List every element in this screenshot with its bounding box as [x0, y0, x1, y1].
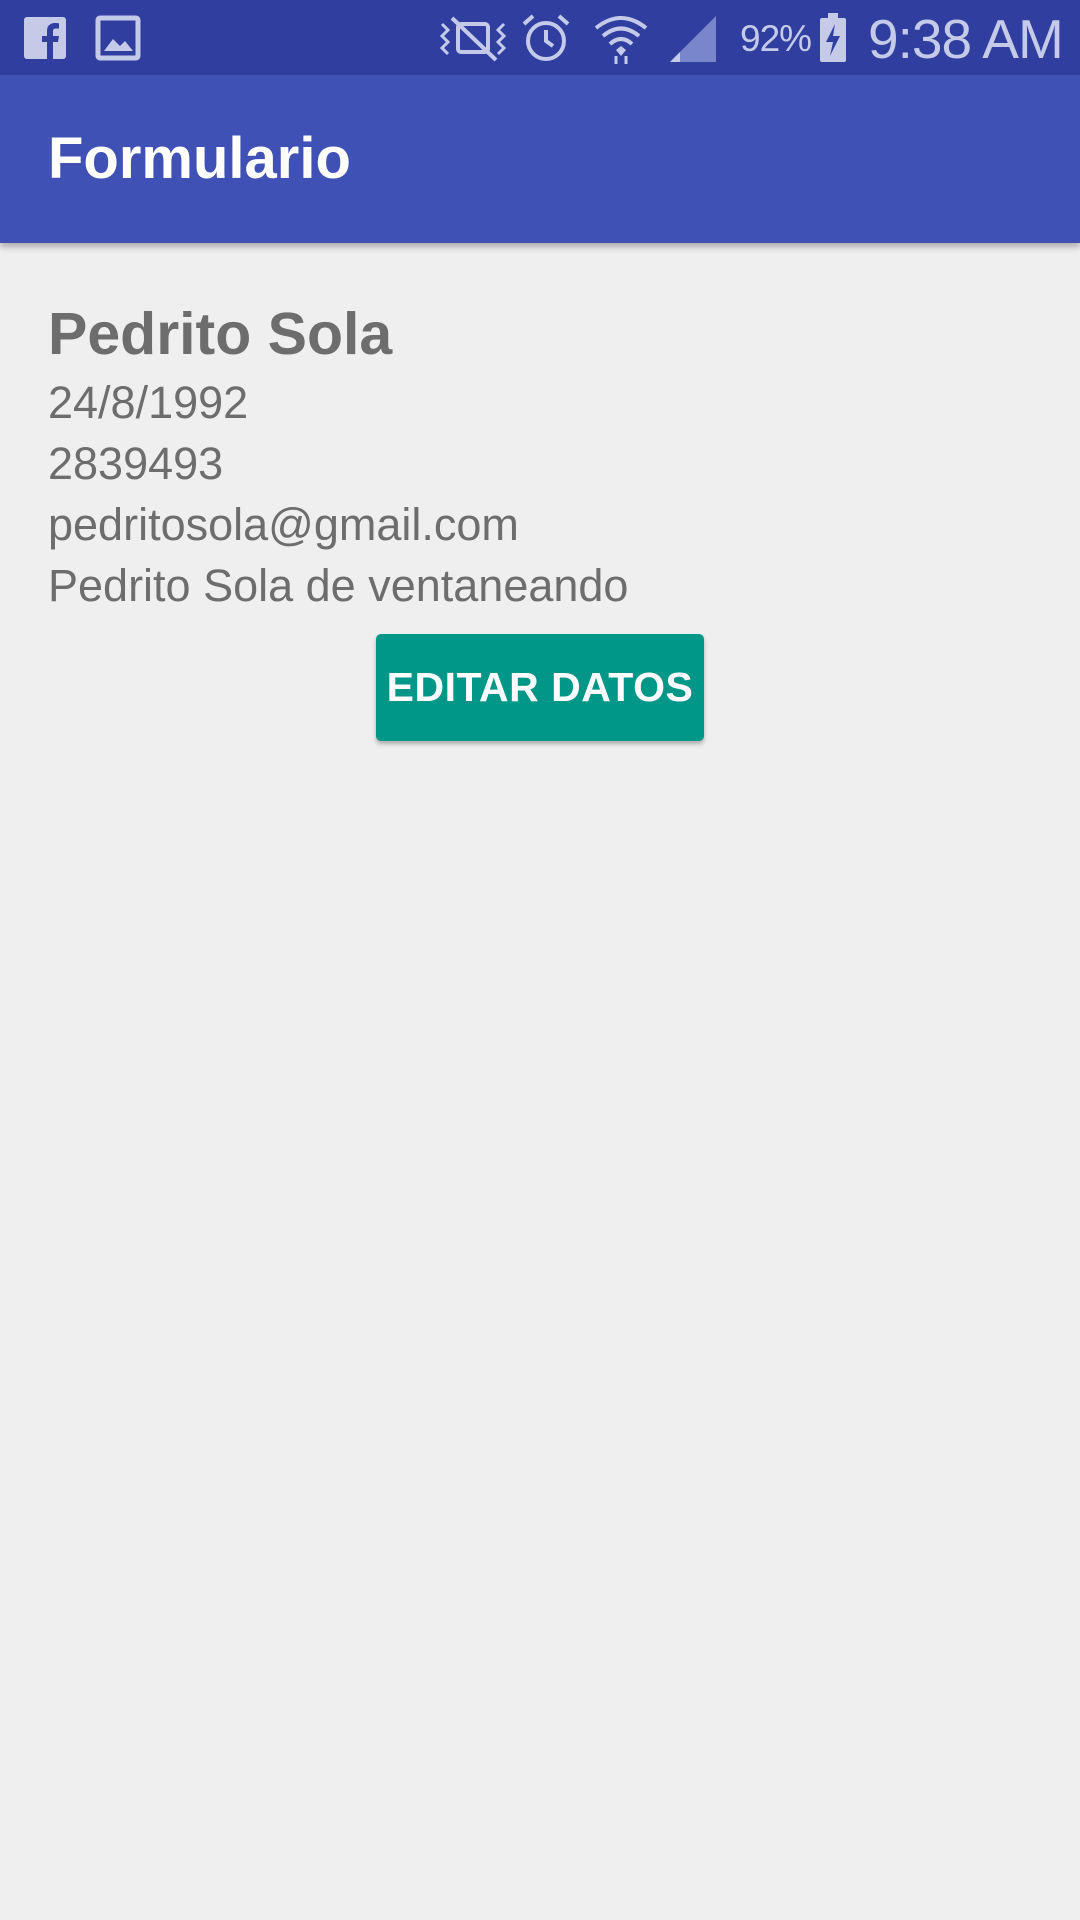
phone-number: 2839493 — [48, 438, 224, 489]
edit-data-button[interactable]: EDITAR DATOS — [376, 634, 704, 741]
clock: 9:38 AM — [868, 8, 1064, 70]
email-address: pedritosola@gmail.com — [48, 499, 519, 550]
battery-charging-icon — [820, 13, 846, 62]
person-name: Pedrito Sola — [48, 301, 393, 367]
status-bar: 92% 9:38 AM — [0, 0, 1080, 75]
app-bar: Formulario — [0, 75, 1080, 243]
wifi-icon — [594, 16, 648, 64]
alarm-icon — [522, 14, 570, 61]
facebook-icon — [24, 17, 66, 59]
vibrate-mute-icon — [439, 16, 507, 62]
cell-signal-icon — [670, 16, 716, 62]
app-title: Formulario — [48, 126, 351, 191]
birth-date: 24/8/1992 — [48, 377, 249, 428]
image-icon — [95, 15, 141, 61]
battery-percent: 92% — [740, 18, 812, 59]
profile-details: Pedrito Sola 24/8/1992 2839493 pedritoso… — [48, 296, 1032, 616]
description: Pedrito Sola de ventaneando — [48, 560, 629, 611]
